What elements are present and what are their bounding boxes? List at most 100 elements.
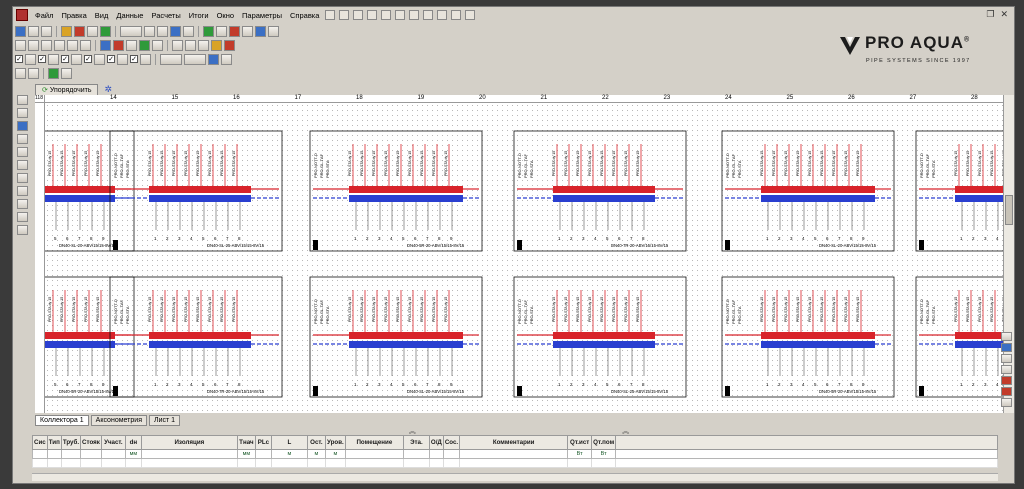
return-manifold[interactable] — [45, 341, 115, 348]
left-tool-2-icon[interactable] — [17, 108, 28, 118]
grid-cell[interactable] — [459, 458, 569, 468]
tool-g-icon[interactable] — [229, 25, 240, 37]
option-checkbox-4[interactable]: ✓ — [84, 55, 92, 63]
grid-cell[interactable] — [428, 458, 444, 468]
grid-cell[interactable] — [46, 458, 62, 468]
return-manifold[interactable] — [761, 195, 875, 202]
sheet-tab-collectors[interactable]: Коллектора 1 — [35, 414, 89, 426]
grid-cell[interactable] — [124, 458, 142, 468]
export-icon[interactable] — [437, 10, 448, 20]
scroll-thumb[interactable] — [1005, 195, 1013, 225]
draw-line-icon[interactable] — [100, 39, 111, 51]
right-tool-4-icon[interactable] — [1001, 365, 1012, 374]
zoom-in-icon[interactable] — [41, 39, 52, 51]
tool-a-icon[interactable] — [144, 25, 155, 37]
return-manifold[interactable] — [761, 341, 875, 348]
right-tool-1-icon[interactable] — [1001, 332, 1012, 341]
left-tool-5-icon[interactable] — [17, 147, 28, 157]
menu-edit[interactable]: Правка — [57, 11, 90, 20]
return-manifold[interactable] — [955, 341, 1003, 348]
tool-f-icon[interactable] — [216, 25, 227, 37]
opt-5-icon[interactable] — [117, 53, 128, 65]
grid-column-header[interactable]: Стояк — [80, 435, 102, 450]
menu-view[interactable]: Вид — [91, 11, 113, 20]
menu-window[interactable]: Окно — [213, 11, 238, 20]
highlight-icon[interactable] — [211, 39, 222, 51]
layers-icon[interactable] — [15, 67, 26, 79]
menu-file[interactable]: Файл — [31, 11, 57, 20]
grid-cell[interactable] — [100, 458, 126, 468]
left-tool-8-icon[interactable] — [17, 186, 28, 196]
menu-params[interactable]: Параметры — [238, 11, 286, 20]
new-icon[interactable] — [15, 25, 26, 37]
drawing-canvas[interactable]: PRO-NOTT-DPRO-GL-TAFPRO-STAPRO-STA dy 15… — [45, 103, 1003, 413]
return-manifold[interactable] — [149, 195, 251, 202]
option-checkbox-3[interactable]: ✓ — [61, 55, 69, 63]
grid-empty-row[interactable] — [32, 458, 998, 468]
supply-manifold[interactable] — [553, 332, 655, 339]
snap-icon[interactable] — [198, 39, 209, 51]
delete-icon[interactable] — [395, 10, 406, 20]
blocks-icon[interactable] — [61, 67, 72, 79]
line-style-select[interactable] — [160, 53, 182, 65]
collector-sheet[interactable]: PRO-NOTT-DPRO-GL-TAFPRO-STA PRO-STA dy 15… — [513, 130, 687, 252]
grid-cell[interactable] — [591, 458, 617, 468]
right-tool-6-icon[interactable] — [1001, 387, 1012, 396]
collector-sheet[interactable]: PRO-NOTT-DPRO-GL-TAFPRO-STA PRO-STA dy 15… — [721, 276, 895, 398]
symbols-icon[interactable] — [48, 67, 59, 79]
collector-sheet[interactable]: PRO-NOTT-DPRO-GL-TAFPRO-STA PRO-STA dy 15… — [309, 276, 483, 398]
supply-manifold[interactable] — [45, 332, 115, 339]
pipe-data-grid[interactable]: Сис Тип Труб. Стояк Участ. dн Изоляция Тнач РLс L… — [32, 435, 998, 468]
tool-i-icon[interactable] — [255, 25, 266, 37]
return-manifold[interactable] — [349, 195, 463, 202]
opt-4-icon[interactable] — [94, 53, 105, 65]
grid-cell[interactable] — [306, 458, 326, 468]
dim-icon[interactable] — [152, 39, 163, 51]
opt-6-icon[interactable] — [140, 53, 151, 65]
select-icon[interactable] — [15, 39, 26, 51]
grid-column-header[interactable]: Qт.ист — [567, 435, 593, 450]
pan-icon[interactable] — [28, 39, 39, 51]
grid-column-header[interactable]: Помещение — [344, 435, 404, 450]
supply-manifold[interactable] — [955, 186, 1003, 193]
option-checkbox-6[interactable]: ✓ — [130, 55, 138, 63]
opt-2-icon[interactable] — [48, 53, 59, 65]
menu-data[interactable]: Данные — [112, 11, 147, 20]
draw-green-icon[interactable] — [139, 39, 150, 51]
calc-icon[interactable] — [409, 10, 420, 20]
fill-icon[interactable] — [221, 53, 232, 65]
left-tool-4-icon[interactable] — [17, 134, 28, 144]
left-tool-10-icon[interactable] — [17, 212, 28, 222]
grid-column-header[interactable]: Тнач — [236, 435, 256, 450]
grid-cell[interactable] — [32, 458, 48, 468]
grid-column-header[interactable]: О/Д — [428, 435, 444, 450]
grid-column-header[interactable]: Ост. — [306, 435, 326, 450]
grid-column-header[interactable]: Тип — [46, 435, 62, 450]
grid-cell[interactable] — [324, 458, 346, 468]
tool-e-icon[interactable] — [203, 25, 214, 37]
grid-column-header[interactable]: Qт.пом — [591, 435, 617, 450]
menu-help[interactable]: Справка — [286, 11, 323, 20]
return-manifold[interactable] — [149, 341, 251, 348]
grid-column-header[interactable]: Изоляция — [140, 435, 238, 450]
grid-column-header[interactable]: Комментарии — [459, 435, 569, 450]
supply-manifold[interactable] — [955, 332, 1003, 339]
horizontal-scrollbar[interactable] — [32, 473, 998, 481]
grid-column-header[interactable]: Сос. — [442, 435, 461, 450]
menu-calc[interactable]: Расчеты — [147, 11, 184, 20]
option-checkbox-1[interactable]: ✓ — [15, 55, 23, 63]
pump-icon[interactable] — [100, 25, 111, 37]
save-icon[interactable] — [41, 25, 52, 37]
collector-sheet[interactable]: PRO-NOTT-DPRO-GL-TAFPRO-STA PRO-STA dy 15… — [109, 276, 283, 398]
grid-cell[interactable] — [60, 458, 82, 468]
left-tool-9-icon[interactable] — [17, 199, 28, 209]
pipe-icon[interactable] — [61, 25, 72, 37]
return-manifold[interactable] — [45, 195, 115, 202]
right-tool-7-icon[interactable] — [1001, 398, 1012, 407]
left-tool-3-icon[interactable] — [17, 121, 28, 131]
grid-column-header[interactable]: Эта. — [402, 435, 430, 450]
option-checkbox-5[interactable]: ✓ — [107, 55, 115, 63]
left-tool-1-icon[interactable] — [17, 95, 28, 105]
line-width-select[interactable] — [184, 53, 206, 65]
left-tool-7-icon[interactable] — [17, 173, 28, 183]
